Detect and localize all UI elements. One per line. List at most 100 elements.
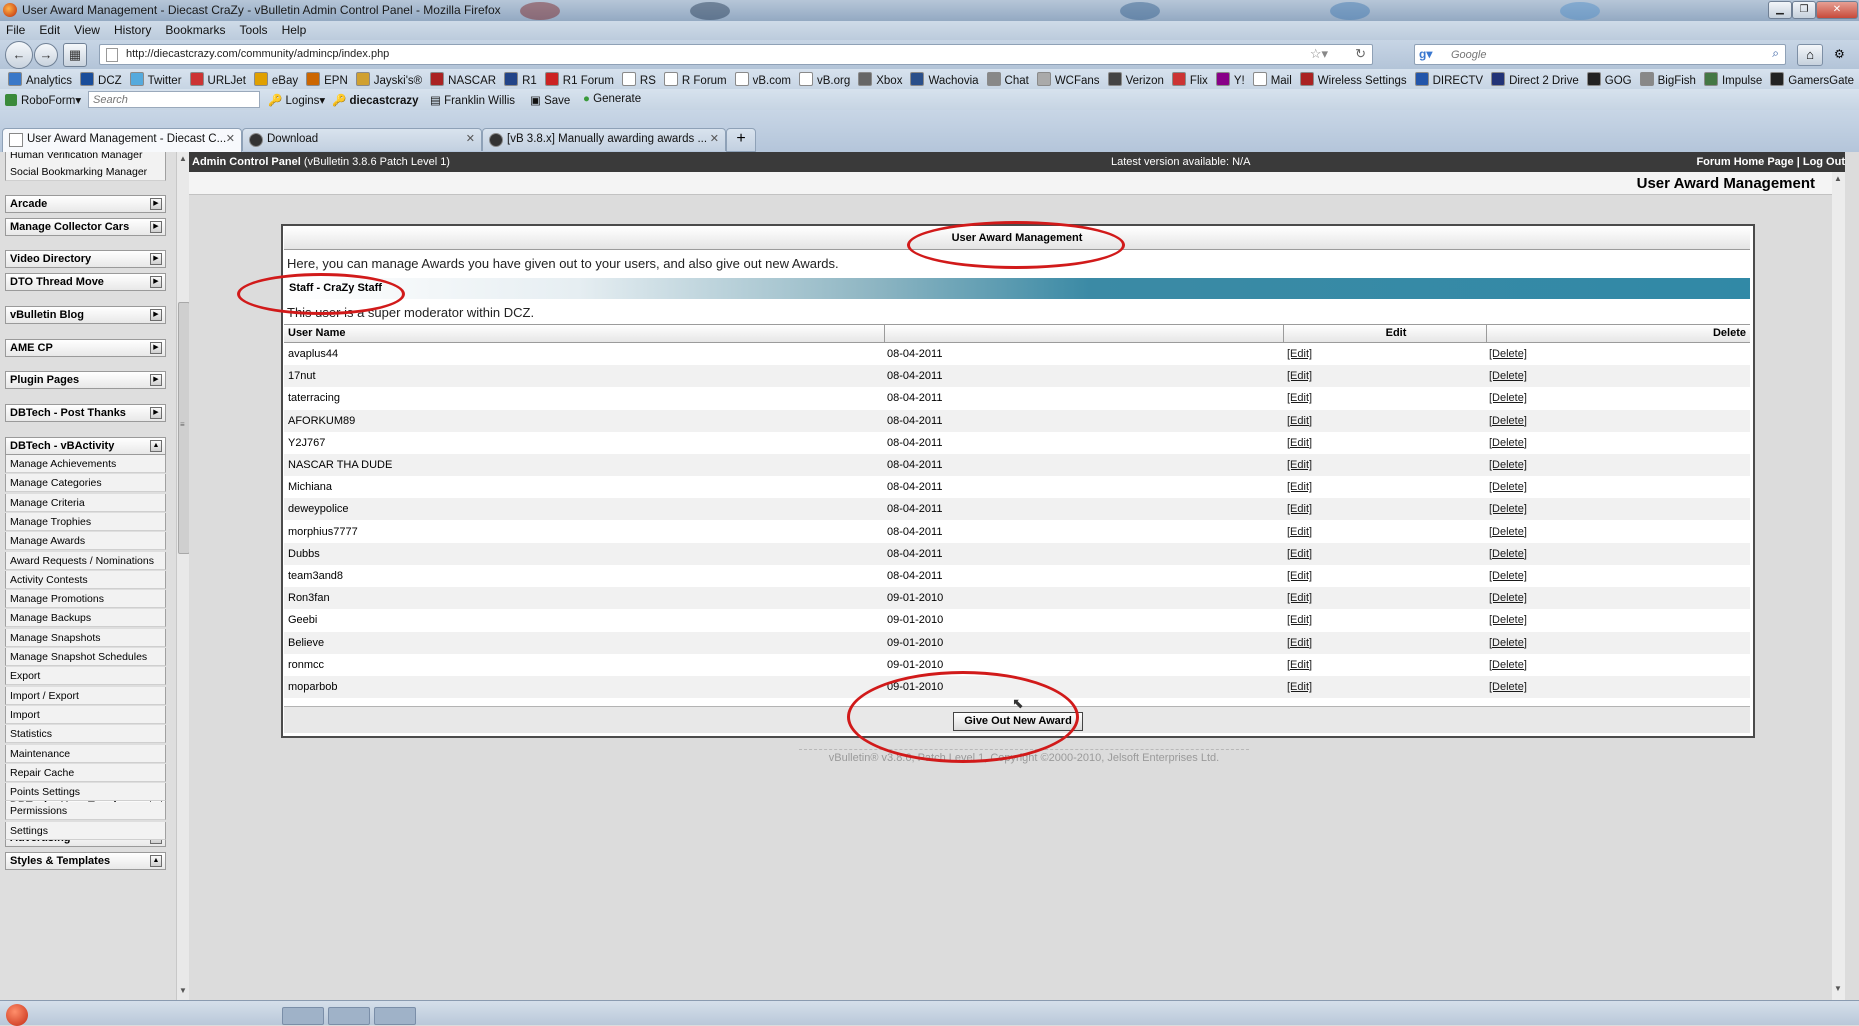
forward-button[interactable]: → xyxy=(34,43,58,67)
identity-button[interactable]: ▤ Franklin Willis xyxy=(430,93,515,107)
bookmark-item[interactable]: GOG xyxy=(1586,72,1632,87)
close-tab-icon[interactable]: ✕ xyxy=(710,132,719,145)
bookmark-item[interactable]: Twitter xyxy=(129,72,182,87)
sidebar-link[interactable]: Settings xyxy=(5,821,166,840)
generate-button[interactable]: ● Generate xyxy=(583,93,641,105)
edit-link[interactable]: [Edit] xyxy=(1287,526,1312,538)
edit-link[interactable]: [Edit] xyxy=(1287,548,1312,560)
bookmark-item[interactable]: Chat xyxy=(986,72,1029,87)
roboform-search-input[interactable] xyxy=(88,91,260,108)
delete-link[interactable]: [Delete] xyxy=(1489,459,1527,471)
edit-link[interactable]: [Edit] xyxy=(1287,415,1312,427)
delete-link[interactable]: [Delete] xyxy=(1489,481,1527,493)
bookmark-item[interactable]: RS xyxy=(621,72,656,87)
edit-link[interactable]: [Edit] xyxy=(1287,681,1312,693)
forum-home-link[interactable]: Forum Home Page xyxy=(1696,156,1793,168)
edit-link[interactable]: [Edit] xyxy=(1287,637,1312,649)
sidebar-link[interactable]: Manage Categories xyxy=(5,474,166,493)
close-icon[interactable]: ✕ xyxy=(1816,1,1858,19)
expand-icon[interactable]: ▶ xyxy=(150,407,162,419)
sidebar-section[interactable]: Arcade ▶ xyxy=(5,195,166,213)
bookmark-item[interactable]: Mail xyxy=(1252,72,1292,87)
sidebar-section[interactable]: DTO Thread Move ▶ xyxy=(5,273,166,291)
bookmark-item[interactable]: Analytics xyxy=(8,72,72,87)
edit-link[interactable]: [Edit] xyxy=(1287,481,1312,493)
tab-manually-awarding[interactable]: [vB 3.8.x] Manually awarding awards ... … xyxy=(482,128,726,151)
bookmark-item[interactable]: vB.org xyxy=(798,72,850,87)
main-scrollbar[interactable]: ▲ ▼ xyxy=(1832,172,1845,1000)
sidebar-link[interactable]: Manage Backups xyxy=(5,609,166,628)
maximize-icon[interactable]: ❐ xyxy=(1792,1,1816,19)
menu-edit[interactable]: Edit xyxy=(39,23,60,37)
menu-bookmarks[interactable]: Bookmarks xyxy=(165,23,225,37)
sidebar-scrollbar[interactable]: ▲ ≡ ▼ xyxy=(176,152,190,1000)
taskbar-button[interactable] xyxy=(328,1007,370,1025)
menu-history[interactable]: History xyxy=(114,23,151,37)
start-orb-icon[interactable] xyxy=(6,1004,28,1026)
save-button[interactable]: ▣ Save xyxy=(530,93,570,107)
reload-icon[interactable]: ↻ xyxy=(1355,46,1366,62)
sidebar-link[interactable]: Manage Trophies xyxy=(5,512,166,531)
bookmark-item[interactable]: vB.com xyxy=(734,72,791,87)
edit-link[interactable]: [Edit] xyxy=(1287,570,1312,582)
sidebar-link[interactable]: Manage Snapshot Schedules xyxy=(5,648,166,666)
delete-link[interactable]: [Delete] xyxy=(1489,681,1527,693)
sidebar-link[interactable]: Repair Cache xyxy=(5,763,166,782)
delete-link[interactable]: [Delete] xyxy=(1489,370,1527,382)
delete-link[interactable]: [Delete] xyxy=(1489,392,1527,404)
sidebar-link[interactable]: Social Bookmarking Manager xyxy=(5,163,166,181)
bookmark-item[interactable]: DIRECTV xyxy=(1414,72,1483,87)
bookmark-item[interactable]: Xbox xyxy=(858,72,902,87)
edit-link[interactable]: [Edit] xyxy=(1287,392,1312,404)
edit-link[interactable]: [Edit] xyxy=(1287,370,1312,382)
delete-link[interactable]: [Delete] xyxy=(1489,503,1527,515)
delete-link[interactable]: [Delete] xyxy=(1489,526,1527,538)
sidebar-link[interactable]: Activity Contests xyxy=(5,570,166,589)
bookmark-item[interactable]: Y! xyxy=(1215,72,1245,87)
sidebar-link[interactable]: Points Settings xyxy=(5,783,166,802)
taskbar-button[interactable] xyxy=(282,1007,324,1025)
search-input[interactable] xyxy=(1449,46,1763,63)
edit-link[interactable]: [Edit] xyxy=(1287,592,1312,604)
sidebar-section[interactable]: vBulletin Blog ▶ xyxy=(5,306,166,324)
menu-view[interactable]: View xyxy=(74,23,100,37)
home-icon[interactable]: ⌂ xyxy=(1797,44,1823,66)
delete-link[interactable]: [Delete] xyxy=(1489,659,1527,671)
sidebar-link[interactable]: Manage Awards xyxy=(5,532,166,551)
bookmark-item[interactable]: Wachovia xyxy=(910,72,979,87)
minimize-icon[interactable]: ▁ xyxy=(1768,1,1792,19)
bookmark-item[interactable]: URLJet xyxy=(189,72,246,87)
expand-icon[interactable]: ▶ xyxy=(150,374,162,386)
delete-link[interactable]: [Delete] xyxy=(1489,614,1527,626)
expand-icon[interactable]: ▶ xyxy=(150,221,162,233)
logins-button[interactable]: 🔑 Logins▾ xyxy=(268,93,325,107)
sidebar-section[interactable]: Video Directory ▶ xyxy=(5,250,166,268)
bookmark-item[interactable]: Impulse xyxy=(1703,72,1762,87)
menu-tools[interactable]: Tools xyxy=(240,23,268,37)
tab-download[interactable]: Download ✕ xyxy=(242,128,482,151)
sidebar-link[interactable]: Award Requests / Nominations xyxy=(5,551,166,570)
bookmark-item[interactable]: Direct 2 Drive xyxy=(1491,72,1579,87)
sidebar-link[interactable]: Import / Export xyxy=(5,686,166,705)
sidebar-link[interactable]: Export xyxy=(5,667,166,686)
sidebar-link[interactable]: Maintenance xyxy=(5,744,166,763)
toolbar-menu-icon[interactable]: ⚙ xyxy=(1834,47,1845,61)
collapse-icon[interactable]: ▲ xyxy=(150,855,162,867)
sidebar-link[interactable]: Manage Promotions xyxy=(5,590,166,609)
delete-link[interactable]: [Delete] xyxy=(1489,348,1527,360)
bookmark-item[interactable]: Jayski's® xyxy=(355,72,422,87)
edit-link[interactable]: [Edit] xyxy=(1287,348,1312,360)
close-tab-icon[interactable]: ✕ xyxy=(466,132,475,145)
sidebar-section[interactable]: DBTech - vBActivity ▲ xyxy=(5,437,166,455)
expand-icon[interactable]: ▶ xyxy=(150,253,162,265)
sidebar-section[interactable]: Styles & Templates ▲ xyxy=(5,852,166,870)
menu-file[interactable]: File xyxy=(6,23,25,37)
search-icon[interactable]: ⌕ xyxy=(1772,46,1779,61)
sidebar-section[interactable]: Plugin Pages ▶ xyxy=(5,371,166,389)
address-bar[interactable]: http://diecastcrazy.com/community/adminc… xyxy=(99,44,1373,65)
bookmark-item[interactable]: BigFish xyxy=(1639,72,1696,87)
expand-icon[interactable]: ▶ xyxy=(150,276,162,288)
bookmark-item[interactable]: Verizon xyxy=(1107,72,1164,87)
scroll-up-icon[interactable]: ▲ xyxy=(1834,174,1842,183)
delete-link[interactable]: [Delete] xyxy=(1489,592,1527,604)
